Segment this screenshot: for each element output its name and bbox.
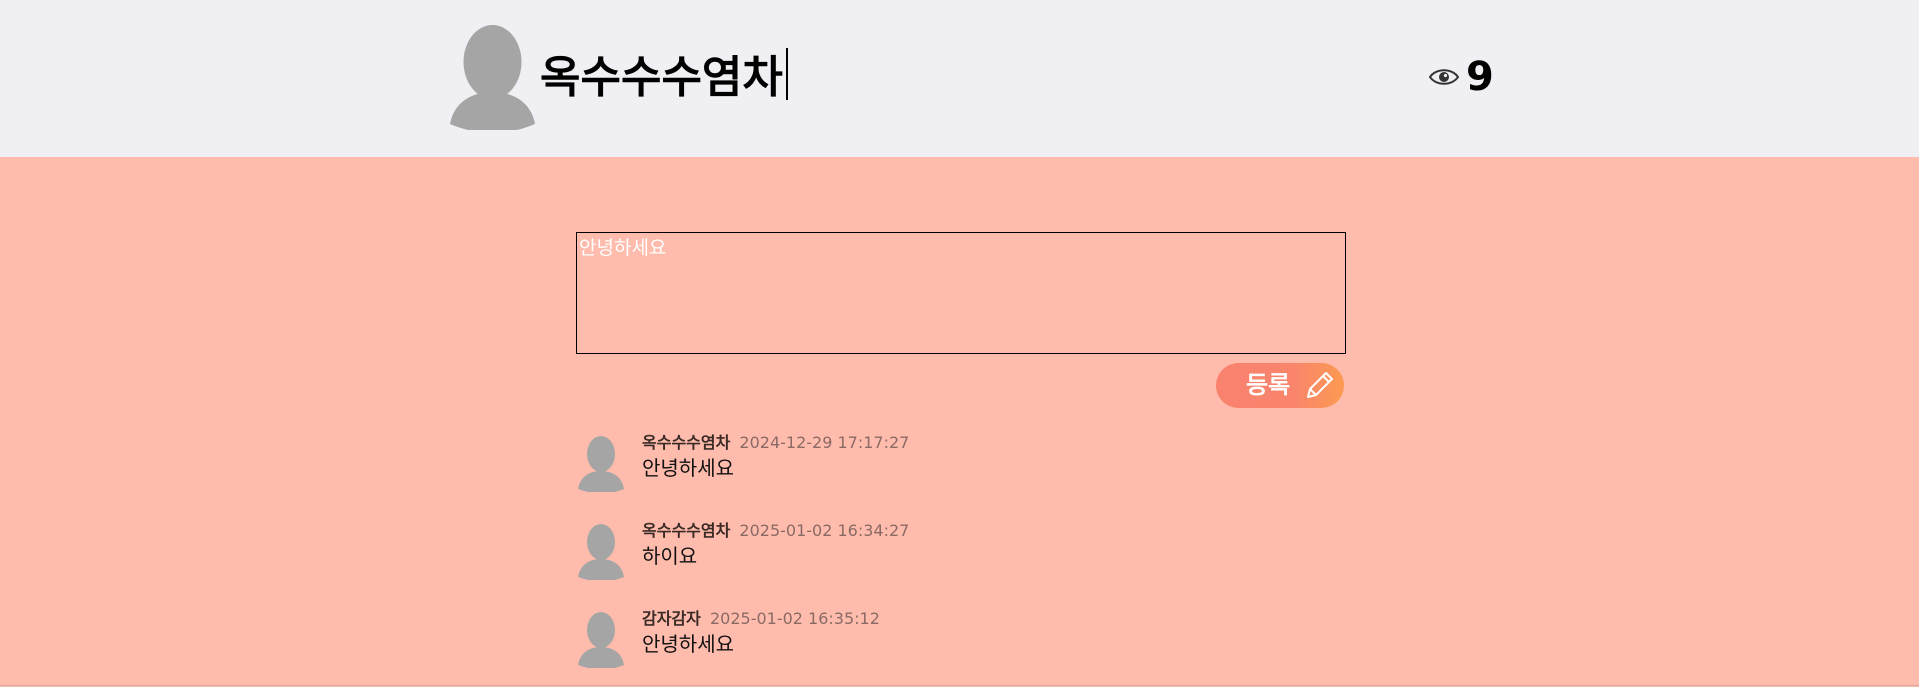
commenter-avatar-icon <box>578 612 624 668</box>
comment-item: 옥수수수염차 2024-12-29 17:17:27 안녕하세요 <box>578 432 1278 492</box>
comment-author: 감자감자 <box>642 609 701 628</box>
comment-meta: 감자감자 2025-01-02 16:35:12 <box>642 608 880 630</box>
comment-author: 옥수수수염차 <box>642 433 731 452</box>
view-count: 9 <box>1466 54 1494 100</box>
comment-time: 2024-12-29 17:17:27 <box>739 433 910 452</box>
commenter-avatar-icon <box>578 524 624 580</box>
post-title: 옥수수수염차 <box>540 48 788 103</box>
comment-text: 안녕하세요 <box>642 632 734 656</box>
comment-item: 감자감자 2025-01-02 16:35:12 안녕하세요 <box>578 608 1278 668</box>
comment-time: 2025-01-02 16:34:27 <box>739 521 910 540</box>
view-counter: 9 <box>1428 52 1494 102</box>
commenter-avatar-icon <box>578 436 624 492</box>
comment-input[interactable] <box>576 232 1346 354</box>
post-header: 옥수수수염차 9 <box>0 0 1919 157</box>
eye-icon <box>1428 69 1460 85</box>
submit-button-label: 등록 <box>1246 372 1291 399</box>
author-avatar-icon <box>450 25 535 130</box>
comment-item: 옥수수수염차 2025-01-02 16:34:27 하이요 <box>578 520 1278 580</box>
comment-time: 2025-01-02 16:35:12 <box>709 609 880 628</box>
pencil-icon <box>1307 372 1333 398</box>
comment-meta: 옥수수수염차 2025-01-02 16:34:27 <box>642 520 909 542</box>
comment-text: 하이요 <box>642 544 698 568</box>
comment-meta: 옥수수수염차 2024-12-29 17:17:27 <box>642 432 909 454</box>
page-divider <box>0 685 1919 686</box>
comment-author: 옥수수수염차 <box>642 521 731 540</box>
comment-text: 안녕하세요 <box>642 456 734 480</box>
submit-comment-button[interactable]: 등록 <box>1216 363 1344 408</box>
